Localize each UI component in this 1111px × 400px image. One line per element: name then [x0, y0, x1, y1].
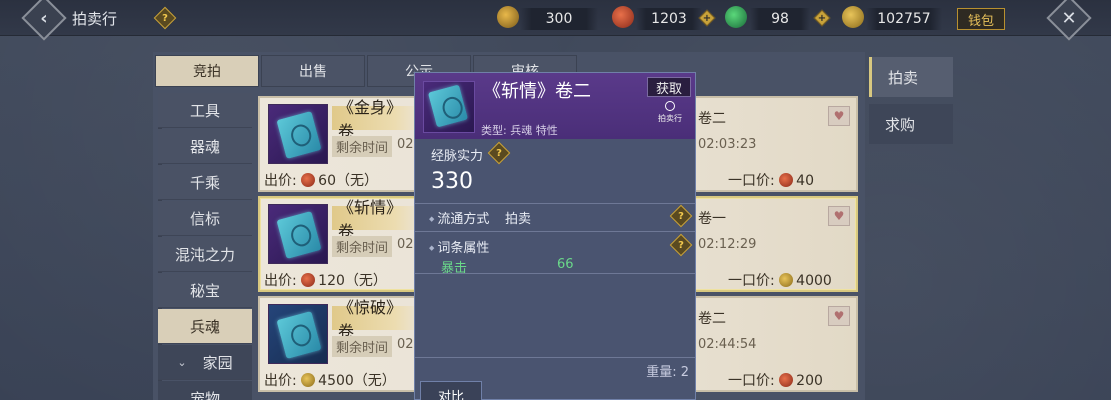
scroll-icon: [427, 84, 469, 128]
get-button[interactable]: 获取: [647, 77, 691, 97]
time-right: 02:12:29: [698, 237, 757, 252]
divider: [415, 357, 695, 358]
item-name: 《斩情》卷: [332, 198, 422, 241]
favorite-heart-icon[interactable]: ♥: [828, 206, 850, 226]
top-bar: ‹ 拍卖行 ? 300 1203 + 98 + 102757 钱包 ✕: [0, 0, 1111, 41]
item-tooltip: 《斩情》卷二 类型: 兵魂 特性 获取 拍卖行 经脉实力 ? 330 流通方式 …: [414, 72, 696, 400]
time-right: 02:44:54: [698, 337, 757, 352]
category-pets[interactable]: 宠物: [158, 381, 252, 400]
scroll-icon: [276, 311, 322, 359]
red-coin-icon: [301, 173, 316, 187]
gold-ingot-icon: [779, 273, 794, 287]
weight: 重量: 2: [646, 365, 689, 380]
category-tools[interactable]: 工具: [158, 93, 252, 128]
time-label: 剩余时间: [332, 136, 393, 157]
currency-1: 300: [520, 8, 598, 30]
time-right: 02:03:23: [698, 137, 757, 152]
attr-label: 词条属性: [429, 237, 489, 256]
category-home[interactable]: ⌄ 家园: [158, 345, 252, 380]
time-label: 剩余时间: [332, 336, 393, 357]
back-button[interactable]: ‹: [21, 0, 67, 41]
currency-2: 1203: [636, 8, 702, 30]
circulation-value: 拍卖: [505, 212, 532, 227]
compare-button[interactable]: 对比: [420, 381, 482, 400]
tab-bid[interactable]: 竞拍: [155, 55, 259, 87]
currency-3: 98: [750, 8, 810, 30]
tooltip-thumbnail: [423, 81, 475, 133]
category-qihun[interactable]: 器魂: [158, 129, 252, 164]
red-coin-icon: [779, 173, 794, 187]
right-tab-auction[interactable]: 拍卖: [869, 57, 953, 97]
tooltip-item-type: 类型: 兵魂 特性: [481, 124, 558, 137]
divider: [415, 203, 695, 204]
expand-icon: ⌄: [177, 355, 187, 369]
auction-house-link[interactable]: 拍卖行: [655, 101, 685, 124]
power-value: 330: [431, 169, 473, 194]
wallet-button[interactable]: 钱包: [957, 8, 1005, 30]
currency-4: 102757: [866, 8, 942, 30]
category-treasure[interactable]: 秘宝: [158, 273, 252, 308]
category-home-label: 家园: [202, 353, 233, 372]
page-title: 拍卖行: [72, 10, 118, 28]
power-help-icon[interactable]: ?: [487, 141, 511, 165]
right-tab-request[interactable]: 求购: [869, 104, 953, 144]
category-binghun[interactable]: 兵魂: [158, 309, 252, 344]
divider: [415, 273, 695, 274]
buyout-price: 一口价: 4000: [728, 273, 832, 289]
bid-price: 出价: 60（无）: [264, 173, 378, 189]
divider: [415, 231, 695, 232]
bid-price: 出价: 4500（无）: [264, 373, 396, 389]
tooltip-item-name: 《斩情》卷二: [483, 81, 591, 102]
red-coin-icon: [612, 6, 634, 28]
buyout-price: 一口价: 40: [728, 173, 814, 189]
item-name-right: 卷二: [698, 311, 726, 327]
tooltip-header: 《斩情》卷二 类型: 兵魂 特性 获取 拍卖行: [415, 73, 695, 139]
close-icon: ✕: [1061, 7, 1077, 29]
scroll-icon: [276, 111, 322, 159]
help-icon[interactable]: ?: [153, 6, 177, 30]
back-arrow-icon: ‹: [40, 7, 48, 29]
category-chaos[interactable]: 混沌之力: [158, 237, 252, 272]
tab-sell[interactable]: 出售: [261, 55, 365, 87]
green-jade-icon: [725, 6, 747, 28]
circulation-help-icon[interactable]: ?: [669, 204, 693, 228]
gold-pouch-icon: [497, 6, 519, 28]
time-label: 剩余时间: [332, 236, 393, 257]
item-name-right: 卷二: [698, 111, 726, 127]
scroll-icon: [276, 211, 322, 259]
crit-value: 66: [557, 257, 574, 272]
category-beacon[interactable]: 信标: [158, 201, 252, 236]
red-coin-icon: [301, 273, 316, 287]
circulation-label: 流通方式: [429, 208, 489, 227]
gold-ingot-icon: [842, 6, 864, 28]
bid-price: 出价: 120（无）: [264, 273, 387, 289]
favorite-heart-icon[interactable]: ♥: [828, 306, 850, 326]
attr-help-icon[interactable]: ?: [669, 233, 693, 257]
buyout-price: 一口价: 200: [728, 373, 823, 389]
favorite-heart-icon[interactable]: ♥: [828, 106, 850, 126]
item-name: 《金身》卷: [332, 98, 422, 141]
close-button[interactable]: ✕: [1046, 0, 1092, 41]
item-name: 《惊破》卷: [332, 298, 422, 341]
item-thumbnail: [268, 304, 328, 364]
red-coin-icon: [779, 373, 794, 387]
category-qiansheng[interactable]: 千乘: [158, 165, 252, 200]
item-thumbnail: [268, 104, 328, 164]
item-thumbnail: [268, 204, 328, 264]
add-jade-icon[interactable]: +: [813, 9, 831, 27]
gold-ingot-icon: [301, 373, 316, 387]
power-label: 经脉实力: [431, 149, 484, 164]
item-name-right: 卷一: [698, 211, 726, 227]
auction-icon: [665, 101, 675, 111]
